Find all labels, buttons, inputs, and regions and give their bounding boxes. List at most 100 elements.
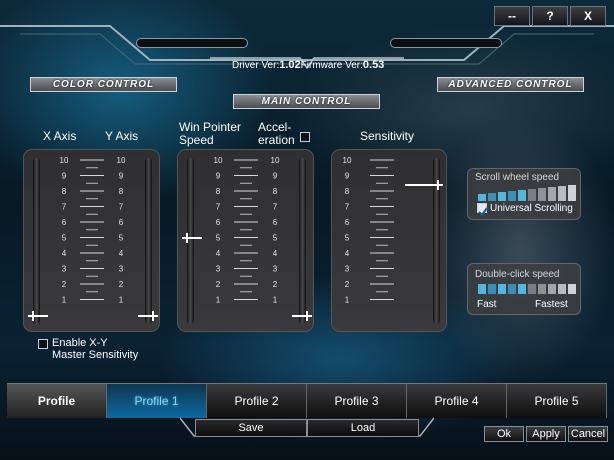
speed-segment[interactable]	[478, 194, 486, 201]
double-click-fast-label: Fast	[477, 299, 497, 310]
speed-segment[interactable]	[498, 192, 506, 201]
speed-segment[interactable]	[508, 191, 516, 201]
advanced-control-tab[interactable]: ADVANCED CONTROL	[437, 77, 584, 92]
scroll-wheel-title: Scroll wheel speed	[475, 172, 559, 183]
speed-segment[interactable]	[488, 284, 496, 294]
speed-segment[interactable]	[568, 284, 576, 294]
scale-label: 5	[345, 234, 350, 243]
scale-label: 10	[343, 156, 352, 165]
scale-label: 4	[345, 249, 350, 258]
apply-button[interactable]: Apply	[526, 426, 566, 442]
scale-label: 2	[62, 280, 67, 289]
speed-segment[interactable]	[558, 186, 566, 201]
scale-label: 9	[345, 172, 350, 181]
scale-label: 5	[273, 234, 278, 243]
tab-profile-3[interactable]: Profile 3	[307, 384, 407, 418]
scale-label: 2	[119, 280, 124, 289]
close-button[interactable]: X	[570, 6, 606, 26]
y-axis-label: Y Axis	[105, 129, 139, 143]
enable-xy-label-line2: Master Sensitivity	[52, 349, 139, 361]
firmware-version-label: Firmware Ver:	[300, 60, 363, 71]
sensitivity-label: Sensitivity	[360, 129, 415, 143]
speed-segment[interactable]	[518, 284, 526, 294]
speed-segment[interactable]	[508, 284, 516, 294]
enable-xy-label: Enable X-Y Master Sensitivity	[52, 337, 138, 361]
color-control-tab[interactable]: COLOR CONTROL	[30, 77, 177, 92]
scale-label: 4	[216, 249, 221, 258]
scale-label: 1	[119, 296, 124, 305]
speed-segment[interactable]	[558, 284, 566, 294]
scale-label: 3	[216, 265, 221, 274]
speed-segment[interactable]	[528, 189, 536, 201]
scale-label: 3	[345, 265, 350, 274]
scroll-wheel-speed-bar[interactable]	[478, 185, 576, 201]
speed-segment[interactable]	[548, 187, 556, 201]
tab-profile-4[interactable]: Profile 4	[407, 384, 507, 418]
scale-label: 2	[273, 280, 278, 289]
right-indicator-slot	[390, 38, 502, 48]
tab-profile-2[interactable]: Profile 2	[207, 384, 307, 418]
profile-tabs: Profile Profile 1 Profile 2 Profile 3 Pr…	[7, 383, 607, 418]
scale-label: 5	[119, 234, 124, 243]
speed-segment[interactable]	[538, 284, 546, 294]
acceleration-slider-handle[interactable]	[291, 310, 313, 322]
cancel-button[interactable]: Cancel	[568, 426, 608, 442]
scale-label: 9	[273, 172, 278, 181]
scale-label: 9	[119, 172, 124, 181]
speed-segment[interactable]	[568, 185, 576, 201]
scale-label: 10	[117, 156, 126, 165]
scale-label: 10	[214, 156, 223, 165]
minimize-button[interactable]: --	[494, 6, 530, 26]
help-button[interactable]: ?	[532, 6, 568, 26]
speed-segment[interactable]	[538, 188, 546, 201]
scale-label: 3	[273, 265, 278, 274]
scale-label: 9	[216, 172, 221, 181]
action-strip: Save Load	[195, 419, 419, 437]
speed-segment[interactable]	[498, 284, 506, 294]
scale-label: 3	[119, 265, 124, 274]
scale-label: 4	[273, 249, 278, 258]
double-click-panel: Double-click speed Fast Fastest	[467, 263, 581, 315]
sensitivity-slider-handle[interactable]	[404, 179, 444, 191]
scale-label: 7	[273, 203, 278, 212]
x-axis-slider-handle[interactable]	[27, 310, 49, 322]
scale-label: 6	[273, 218, 278, 227]
left-indicator-slot	[136, 38, 248, 48]
acceleration-checkbox[interactable]	[300, 132, 310, 142]
y-axis-slider-handle[interactable]	[137, 310, 159, 322]
scale-label: 2	[216, 280, 221, 289]
win-pointer-slider-handle[interactable]	[181, 232, 203, 244]
scale-label: 7	[216, 203, 221, 212]
tab-profile-1[interactable]: Profile 1	[107, 384, 207, 418]
universal-scrolling-checkbox[interactable]	[477, 203, 488, 217]
scale-label: 4	[119, 249, 124, 258]
double-click-fastest-label: Fastest	[535, 299, 568, 310]
scale-label: 1	[216, 296, 221, 305]
load-button[interactable]: Load	[307, 419, 419, 437]
enable-xy-checkbox[interactable]	[38, 339, 48, 349]
scale-label: 10	[60, 156, 69, 165]
double-click-speed-bar[interactable]	[478, 284, 576, 294]
win-pointer-label-line2: Speed	[179, 133, 214, 147]
speed-segment[interactable]	[528, 284, 536, 294]
scale-label: 6	[62, 218, 67, 227]
enable-xy-label-line1: Enable X-Y	[52, 337, 108, 349]
speed-segment[interactable]	[488, 193, 496, 201]
speed-segment[interactable]	[548, 284, 556, 294]
scale-label: 7	[345, 203, 350, 212]
main-control-tab[interactable]: MAIN CONTROL	[233, 94, 380, 109]
speed-segment[interactable]	[518, 190, 526, 201]
scale-label: 3	[62, 265, 67, 274]
scale-label: 8	[273, 187, 278, 196]
driver-version-value: 1.02	[279, 59, 301, 71]
speed-segment[interactable]	[478, 284, 486, 294]
sensitivity-scale: 10 9 8 7 6 5 4 3 2 1	[343, 156, 394, 305]
scale-label: 7	[62, 203, 67, 212]
save-button[interactable]: Save	[195, 419, 307, 437]
scale-label: 5	[62, 234, 67, 243]
mouse-settings-window: -- ? X Driver Ver:1.02Firmware Ver:0.53 …	[0, 0, 614, 460]
scale-label: 1	[345, 296, 350, 305]
ok-button[interactable]: Ok	[484, 426, 524, 442]
double-click-title: Double-click speed	[475, 269, 560, 280]
tab-profile-5[interactable]: Profile 5	[507, 384, 607, 418]
